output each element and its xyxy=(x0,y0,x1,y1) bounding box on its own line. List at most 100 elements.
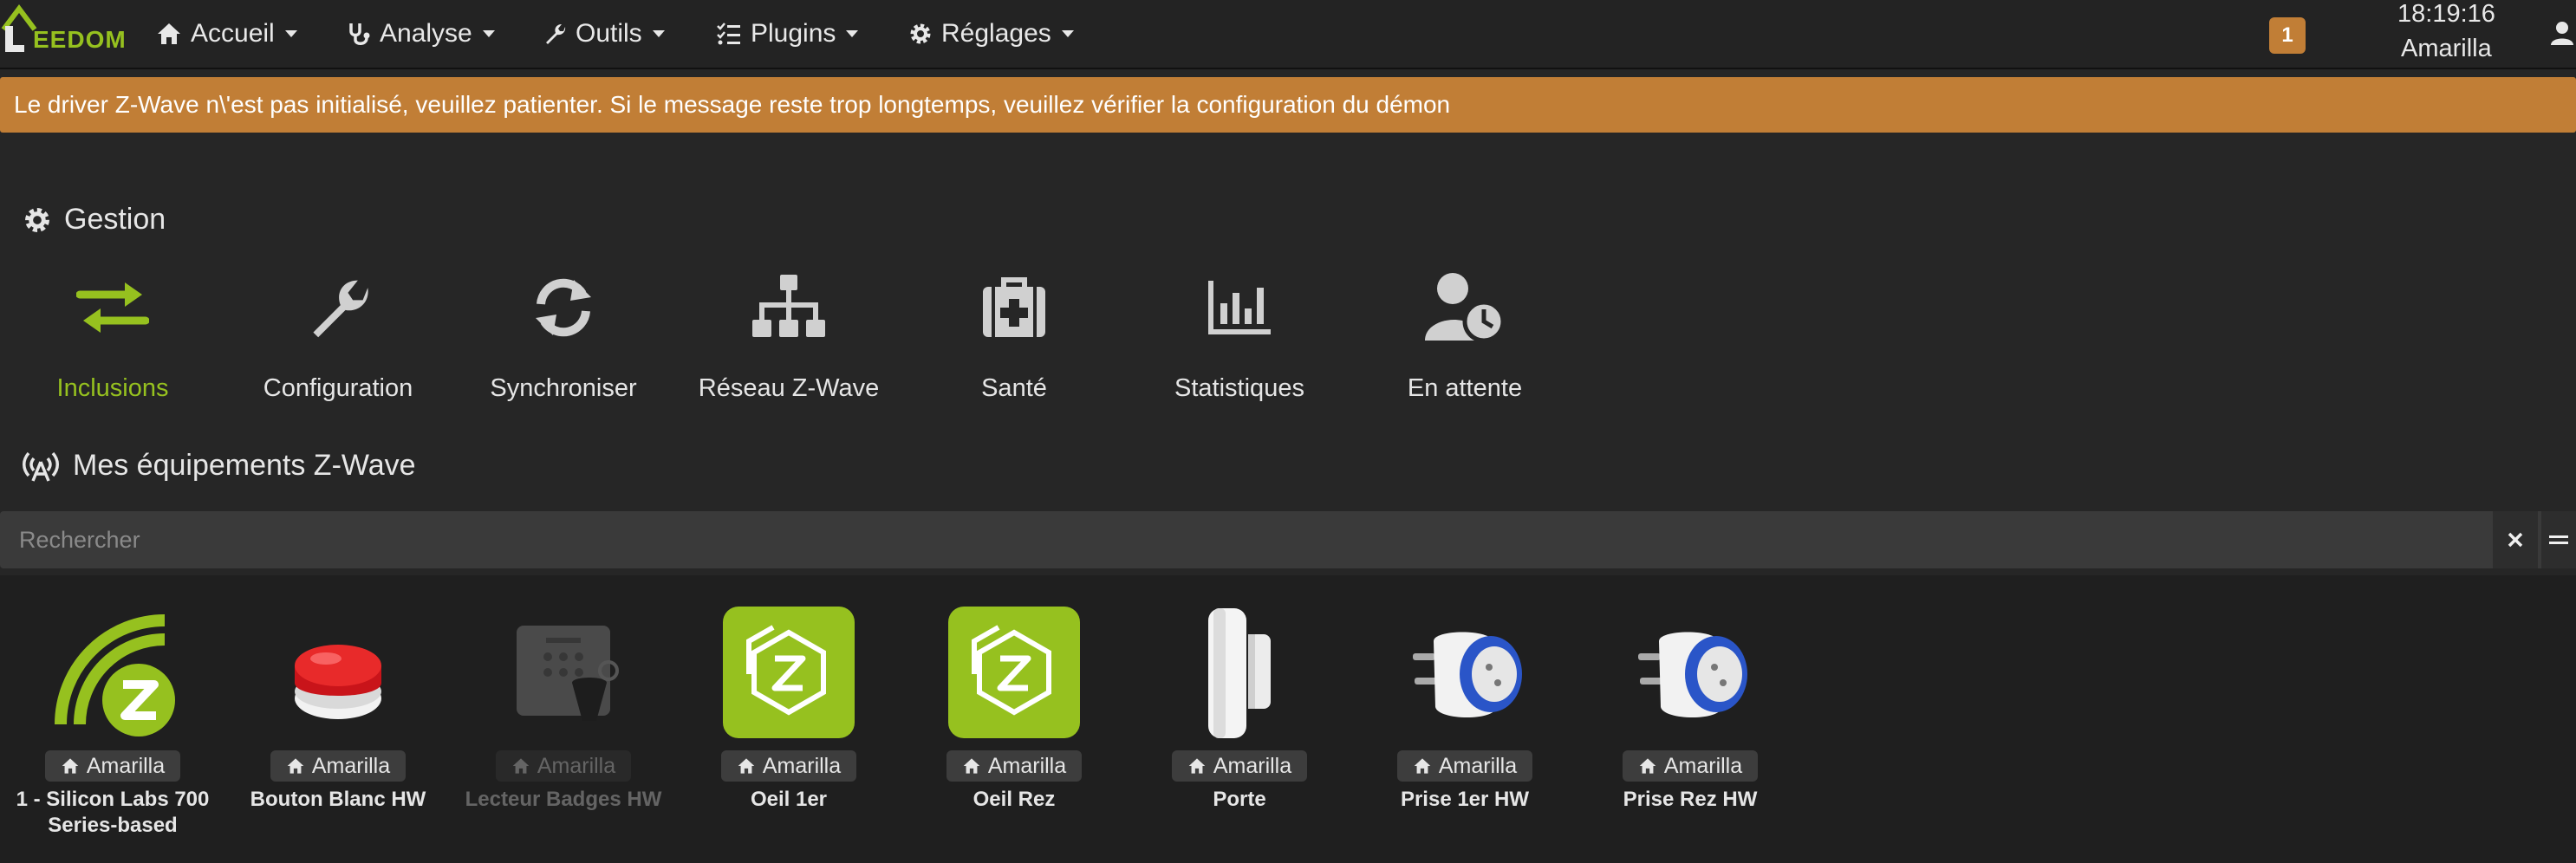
gestion-inclusions[interactable]: Inclusions xyxy=(0,260,225,416)
home-icon xyxy=(62,758,79,774)
home-icon xyxy=(287,758,304,774)
home-icon xyxy=(1188,758,1206,774)
gestion-en-attente-label: En attente xyxy=(1407,374,1523,402)
equipment-name: Oeil 1er xyxy=(750,788,828,811)
zwave-logo-icon xyxy=(948,607,1080,738)
network-icon xyxy=(752,275,825,337)
equipment-name: 1 - Silicon Labs 700 Series-based xyxy=(16,788,210,837)
equipment-name: Prise 1er HW xyxy=(1400,788,1530,811)
gestion-configuration-label: Configuration xyxy=(263,374,413,402)
menu-plugins[interactable]: Plugins xyxy=(716,12,860,55)
search-bar xyxy=(0,511,2576,568)
equipment-card[interactable]: Amarilla Prise 1er HW xyxy=(1352,600,1577,860)
stethoscope-icon xyxy=(349,23,370,45)
home-icon xyxy=(512,758,530,774)
equipment-name: Prise Rez HW xyxy=(1623,788,1758,811)
caret-down-icon xyxy=(652,30,665,37)
object-name: Amarilla xyxy=(1663,753,1743,778)
caret-down-icon xyxy=(284,30,297,37)
object-name: Amarilla xyxy=(86,753,166,778)
navbar: EEDOM Accueil Analyse Outils Plugins Rég… xyxy=(0,0,2576,69)
equipment-card[interactable]: Amarilla Oeil 1er xyxy=(676,600,901,860)
user-icon xyxy=(2551,22,2573,45)
object-tag: Amarilla xyxy=(270,750,407,782)
antenna-icon xyxy=(23,451,59,482)
equipment-card[interactable]: Amarilla Bouton Blanc HW xyxy=(225,600,451,860)
object-tag: Amarilla xyxy=(1622,750,1759,782)
gestion-en-attente[interactable]: En attente xyxy=(1352,260,1577,416)
menu-analyse-label: Analyse xyxy=(380,19,472,48)
medkit-icon xyxy=(983,277,1045,337)
object-name: Amarilla xyxy=(537,753,616,778)
door-sensor-icon xyxy=(1208,608,1271,738)
object-tag: Amarilla xyxy=(44,750,181,782)
object-name: Amarilla xyxy=(311,753,391,778)
object-name: Amarilla xyxy=(762,753,842,778)
object-name: Amarilla xyxy=(987,753,1067,778)
gestion-configuration[interactable]: Configuration xyxy=(225,260,451,416)
equals-icon xyxy=(2549,535,2568,544)
gestion-statistiques[interactable]: Statistiques xyxy=(1127,260,1352,416)
gestion-sante-label: Santé xyxy=(981,374,1047,402)
gestion-sante[interactable]: Santé xyxy=(901,260,1127,416)
gestion-synchroniser-label: Synchroniser xyxy=(490,374,637,402)
search-input[interactable] xyxy=(0,511,2488,568)
red-button-icon xyxy=(295,645,381,719)
equipment-card[interactable]: Amarilla Oeil Rez xyxy=(901,600,1127,860)
object-name: Amarilla xyxy=(1438,753,1518,778)
menu-accueil-label: Accueil xyxy=(191,19,275,48)
equipment-card[interactable]: Amarilla 1 - Silicon Labs 700 Series-bas… xyxy=(0,600,225,860)
sync-icon xyxy=(536,278,591,337)
display-mode-button[interactable] xyxy=(2541,511,2576,568)
object-tag: Amarilla xyxy=(720,750,857,782)
object-name: Amarilla xyxy=(1213,753,1292,778)
zwave-controller-icon xyxy=(55,614,175,736)
cogs-icon xyxy=(25,207,49,232)
menu-outils[interactable]: Outils xyxy=(543,12,667,55)
search-clear-button[interactable] xyxy=(2493,511,2538,568)
home-icon xyxy=(738,758,755,774)
gestion-synchroniser[interactable]: Synchroniser xyxy=(451,260,676,416)
user-menu-icon[interactable] xyxy=(2548,19,2576,51)
gestion-reseau-zwave-label: Réseau Z-Wave xyxy=(698,374,880,402)
home-icon xyxy=(963,758,980,774)
user-clock-icon xyxy=(1425,273,1506,343)
equipments-title-label: Mes équipements Z-Wave xyxy=(73,449,416,482)
gear-icon xyxy=(910,23,931,44)
list-check-icon xyxy=(717,23,740,45)
equipment-card[interactable]: Amarilla Porte xyxy=(1127,600,1352,860)
user-name[interactable]: Amarilla xyxy=(2401,35,2492,63)
object-tag: Amarilla xyxy=(1171,750,1308,782)
gestion-title-label: Gestion xyxy=(64,203,166,236)
bar-chart-icon xyxy=(1208,281,1271,334)
caret-down-icon xyxy=(1061,30,1074,37)
equipment-card[interactable]: Amarilla Lecteur Badges HW xyxy=(451,600,676,860)
menu-reglages[interactable]: Réglages xyxy=(908,12,1076,55)
menu-accueil[interactable]: Accueil xyxy=(156,12,299,55)
equipment-name: Bouton Blanc HW xyxy=(250,788,426,811)
gestion-reseau-zwave[interactable]: Réseau Z-Wave xyxy=(676,260,901,416)
equipment-name: Oeil Rez xyxy=(973,788,1056,811)
zwave-driver-alert: Le driver Z-Wave n\'est pas initialisé, … xyxy=(0,77,2576,133)
wrench-icon xyxy=(313,280,368,338)
home-icon xyxy=(158,23,180,44)
jeedom-logo[interactable]: EEDOM xyxy=(0,0,130,62)
gestion-inclusions-label: Inclusions xyxy=(56,374,169,402)
badge-reader-icon xyxy=(517,626,619,721)
home-icon xyxy=(1639,758,1656,774)
close-icon xyxy=(2508,532,2523,548)
wrench-icon xyxy=(546,24,566,44)
smart-plug-icon xyxy=(1638,632,1747,717)
smart-plug-icon xyxy=(1413,632,1522,717)
object-tag: Amarilla xyxy=(946,750,1083,782)
home-icon xyxy=(1414,758,1431,774)
equipment-card[interactable]: Amarilla Prise Rez HW xyxy=(1577,600,1803,860)
menu-outils-label: Outils xyxy=(576,19,642,48)
notification-badge[interactable]: 1 xyxy=(2269,17,2306,54)
clock: 18:19:16 xyxy=(2397,0,2495,28)
zwave-logo-icon xyxy=(723,607,855,738)
object-tag: Amarilla xyxy=(1396,750,1533,782)
menu-analyse[interactable]: Analyse xyxy=(347,12,497,55)
menu-plugins-label: Plugins xyxy=(751,19,836,48)
logo-text: EEDOM xyxy=(33,26,127,53)
